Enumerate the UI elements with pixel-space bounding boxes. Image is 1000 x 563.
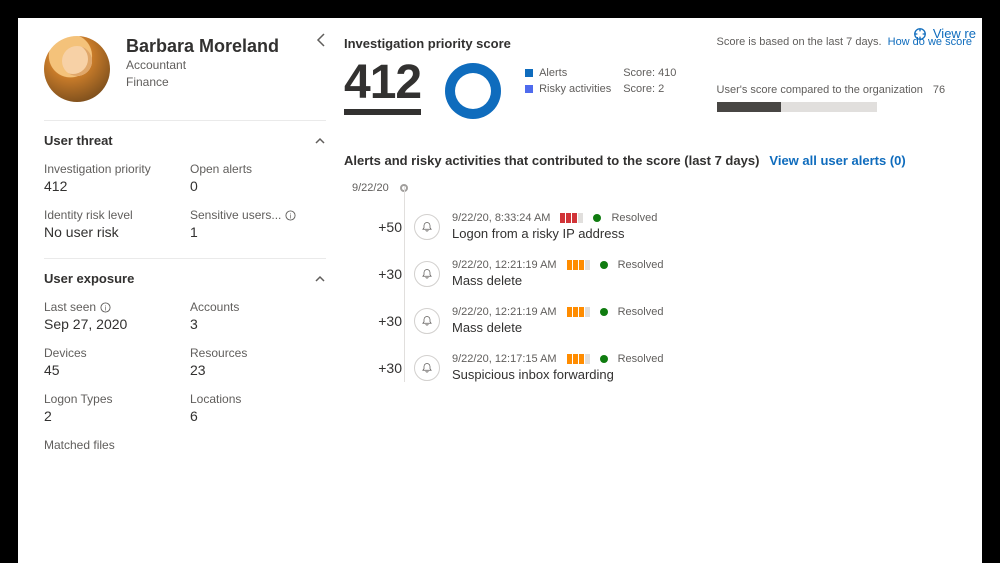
section-header-user-threat[interactable]: User threat — [44, 133, 326, 148]
chevron-up-icon — [314, 273, 326, 285]
svg-text:i: i — [105, 303, 107, 312]
timeline-delta: +30 — [368, 266, 402, 282]
section-user-threat: User threat Investigation priority 412 O… — [44, 120, 326, 240]
avatar — [44, 36, 110, 102]
metric-matched-files: Matched files — [44, 438, 180, 452]
metric-open-alerts: Open alerts 0 — [190, 162, 326, 194]
score-legend: Alerts Risky activities — [525, 67, 611, 95]
timeline-title: Suspicious inbox forwarding — [452, 367, 663, 382]
timeline-node — [414, 261, 440, 287]
alerts-heading: Alerts and risky activities that contrib… — [344, 153, 972, 168]
timeline-time: 9/22/20, 12:17:15 AM — [452, 353, 557, 365]
timeline-time: 9/22/20, 8:33:24 AM — [452, 212, 550, 224]
chevron-left-icon[interactable] — [314, 32, 330, 48]
timeline-node — [414, 214, 440, 240]
timeline-delta: +30 — [368, 360, 402, 376]
section-user-exposure: User exposure Last seen i Sep 27, 2020 A… — [44, 258, 326, 452]
action-glyph-icon — [913, 27, 927, 41]
screen: View re Barbara Moreland Accountant Fina… — [18, 18, 982, 563]
bell-icon — [421, 315, 433, 327]
timeline-time: 9/22/20, 12:21:19 AM — [452, 259, 557, 271]
metric-logon-types: Logon Types 2 — [44, 392, 180, 424]
timeline-item[interactable]: +30 9/22/20, 12:21:19 AM Resolved Mass d… — [368, 306, 972, 335]
status-dot-icon — [593, 214, 601, 222]
timeline-status: Resolved — [618, 306, 664, 318]
status-dot-icon — [600, 308, 608, 316]
severity-indicator — [567, 307, 590, 317]
metric-devices: Devices 45 — [44, 346, 180, 378]
section-header-user-exposure[interactable]: User exposure — [44, 271, 326, 286]
score-title: Investigation priority score — [344, 36, 676, 51]
timeline-status: Resolved — [618, 353, 664, 365]
score-legend-values: Score: 410 Score: 2 — [623, 67, 676, 95]
legend-swatch-alerts — [525, 69, 533, 77]
timeline-delta: +30 — [368, 313, 402, 329]
metric-investigation-priority: Investigation priority 412 — [44, 162, 180, 194]
status-dot-icon — [600, 355, 608, 363]
metric-accounts: Accounts 3 — [190, 300, 326, 332]
severity-indicator — [567, 354, 590, 364]
svg-text:i: i — [290, 211, 292, 220]
legend-swatch-activities — [525, 85, 533, 93]
section-title: User threat — [44, 133, 113, 148]
view-related-link[interactable]: View re — [933, 26, 976, 41]
timeline-node — [414, 308, 440, 334]
device-bezel: View re Barbara Moreland Accountant Fina… — [0, 0, 1000, 563]
metric-resources: Resources 23 — [190, 346, 326, 378]
timeline-title: Logon from a risky IP address — [452, 226, 657, 241]
chevron-up-icon — [314, 135, 326, 147]
timeline-delta: +50 — [368, 219, 402, 235]
timeline-node — [414, 355, 440, 381]
bell-icon — [421, 362, 433, 374]
score-value: 412 — [344, 59, 421, 115]
section-title: User exposure — [44, 271, 134, 286]
bell-icon — [421, 221, 433, 233]
profile-department: Finance — [126, 74, 279, 91]
severity-indicator — [567, 260, 590, 270]
score-donut-chart — [445, 63, 501, 119]
timeline-axis — [404, 186, 405, 382]
main-panel: Investigation priority score 412 Alerts … — [344, 36, 982, 563]
timeline-item[interactable]: +30 9/22/20, 12:17:15 AM Resolved Suspic… — [368, 353, 972, 382]
timeline-title: Mass delete — [452, 273, 663, 288]
action-bar: View re — [913, 26, 976, 41]
compare-bar — [717, 102, 877, 112]
view-all-alerts-link[interactable]: View all user alerts (0) — [769, 153, 905, 168]
info-icon[interactable]: i — [285, 210, 296, 221]
timeline-item[interactable]: +50 9/22/20, 8:33:24 AM Resolved Logon f… — [368, 212, 972, 241]
metric-identity-risk: Identity risk level No user risk — [44, 208, 180, 240]
timeline-time: 9/22/20, 12:21:19 AM — [452, 306, 557, 318]
metric-sensitive-users: Sensitive users... i 1 — [190, 208, 326, 240]
profile-role: Accountant — [126, 57, 279, 74]
compare-value: 76 — [933, 84, 945, 96]
severity-indicator — [560, 213, 583, 223]
metric-last-seen: Last seen i Sep 27, 2020 — [44, 300, 180, 332]
info-icon[interactable]: i — [100, 302, 111, 313]
timeline: 9/22/20 +50 9/22/20, 8:33:24 AM Resolved… — [344, 186, 972, 382]
timeline-item[interactable]: +30 9/22/20, 12:21:19 AM Resolved Mass d… — [368, 259, 972, 288]
bell-icon — [421, 268, 433, 280]
left-panel: Barbara Moreland Accountant Finance User… — [44, 36, 344, 563]
profile-header: Barbara Moreland Accountant Finance — [44, 36, 326, 102]
score-compare: User's score compared to the organizatio… — [717, 84, 972, 112]
metric-locations: Locations 6 — [190, 392, 326, 424]
timeline-status: Resolved — [618, 259, 664, 271]
profile-name: Barbara Moreland — [126, 36, 279, 57]
timeline-date: 9/22/20 — [352, 182, 389, 194]
timeline-title: Mass delete — [452, 320, 663, 335]
timeline-status: Resolved — [611, 212, 657, 224]
status-dot-icon — [600, 261, 608, 269]
